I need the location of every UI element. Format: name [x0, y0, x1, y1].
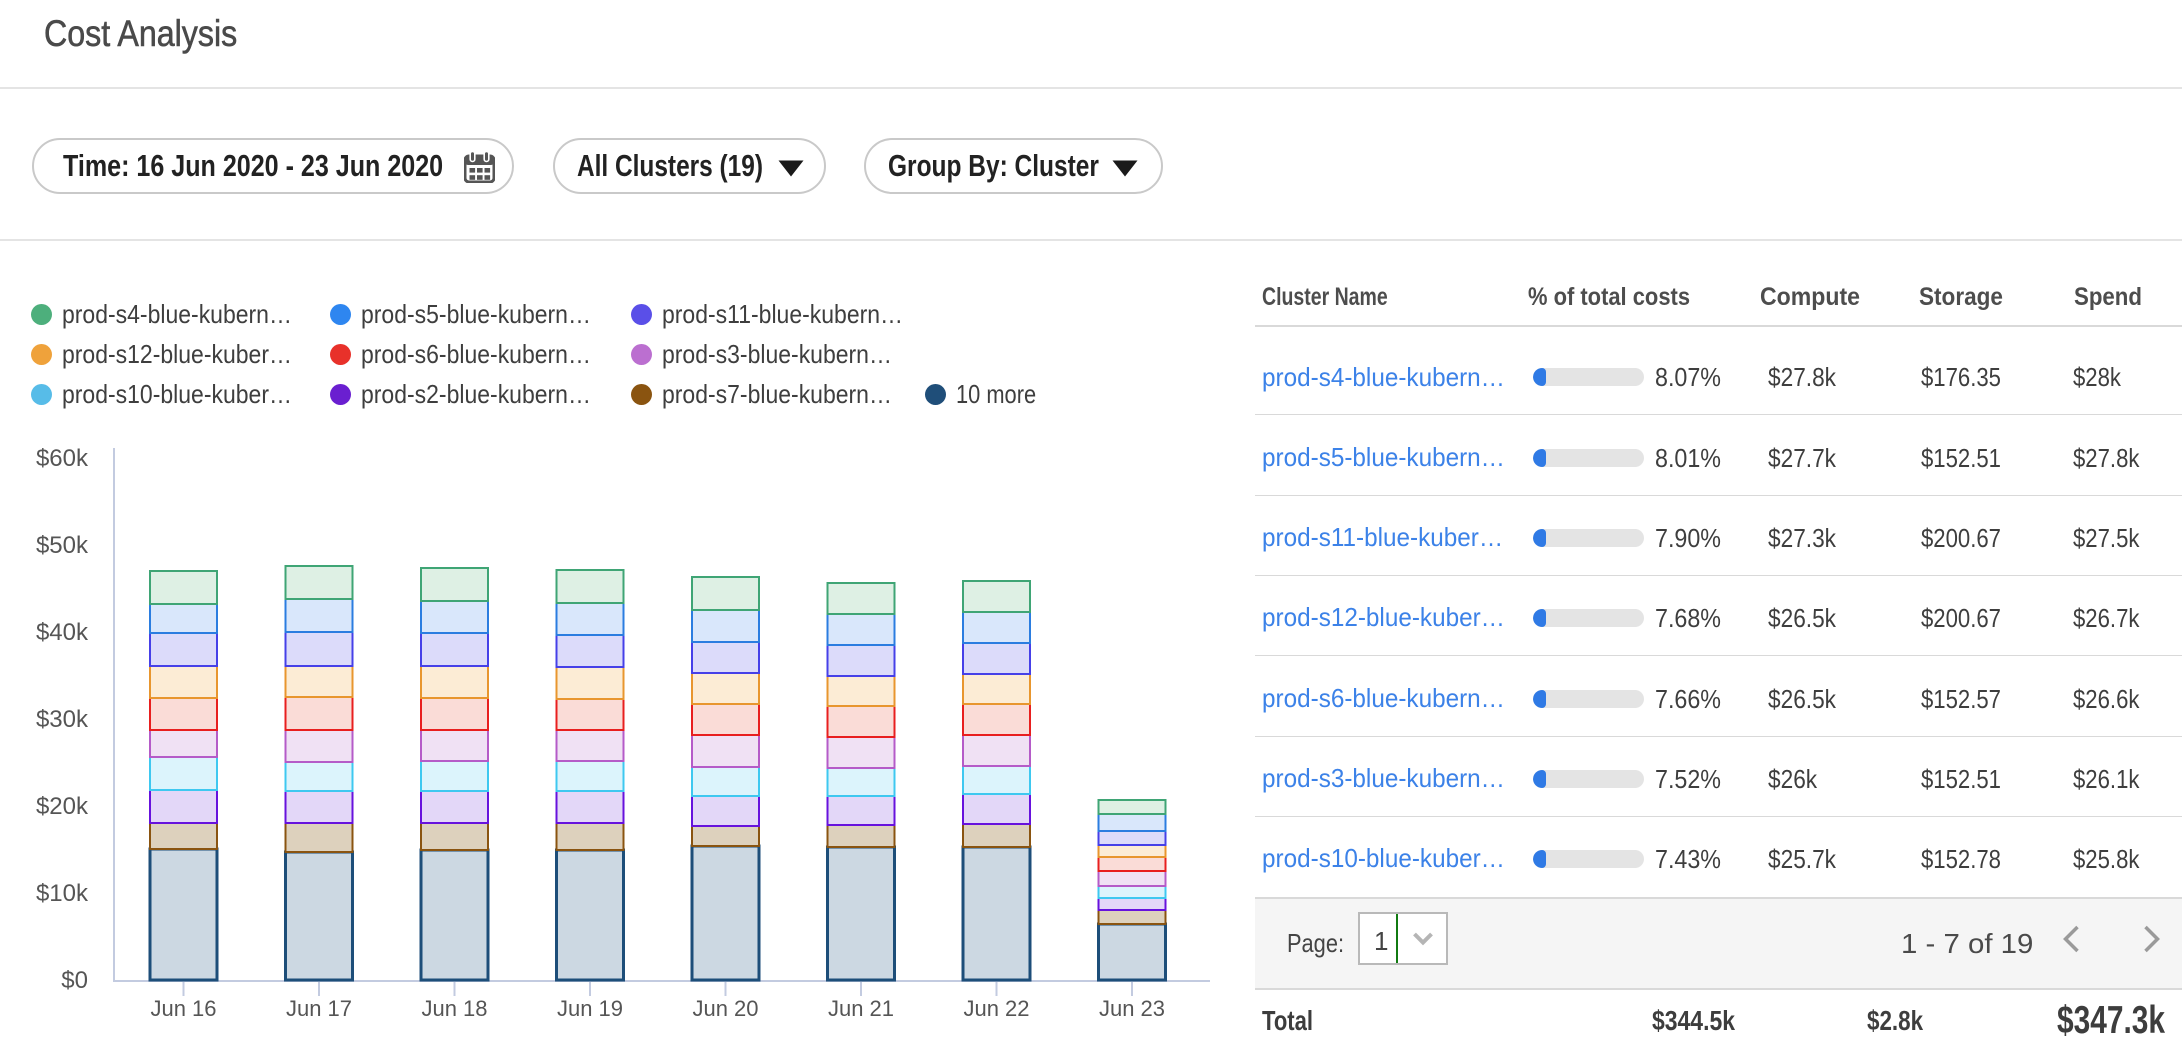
- svg-text:Jun 18: Jun 18: [421, 996, 487, 1021]
- svg-text:Jun 19: Jun 19: [557, 996, 623, 1021]
- svg-text:$10k: $10k: [36, 880, 89, 907]
- svg-text:$40k: $40k: [36, 619, 89, 646]
- svg-text:Jun 21: Jun 21: [828, 996, 894, 1021]
- svg-text:Jun 22: Jun 22: [963, 996, 1029, 1021]
- svg-text:$60k: $60k: [36, 445, 89, 472]
- svg-text:Jun 20: Jun 20: [692, 996, 758, 1021]
- svg-text:$20k: $20k: [36, 793, 89, 820]
- svg-text:$50k: $50k: [36, 532, 89, 559]
- svg-text:Jun 23: Jun 23: [1099, 996, 1165, 1021]
- svg-text:$30k: $30k: [36, 706, 89, 733]
- svg-text:Jun 17: Jun 17: [286, 996, 352, 1021]
- svg-text:$0: $0: [61, 967, 88, 994]
- svg-text:Jun 16: Jun 16: [150, 996, 216, 1021]
